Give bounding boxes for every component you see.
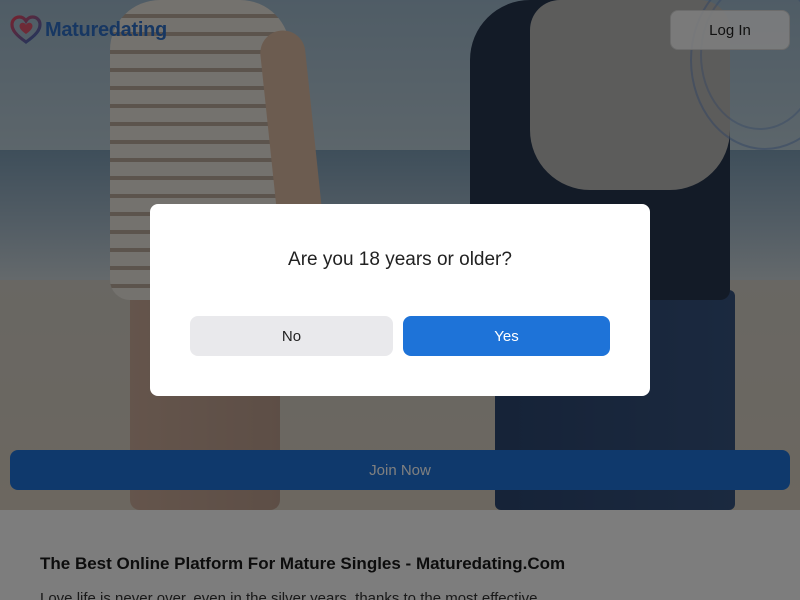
no-button[interactable]: No: [190, 316, 393, 356]
age-question: Are you 18 years or older?: [288, 249, 512, 270]
age-verification-dialog: Are you 18 years or older? No Yes: [150, 204, 650, 396]
yes-button[interactable]: Yes: [403, 316, 610, 356]
